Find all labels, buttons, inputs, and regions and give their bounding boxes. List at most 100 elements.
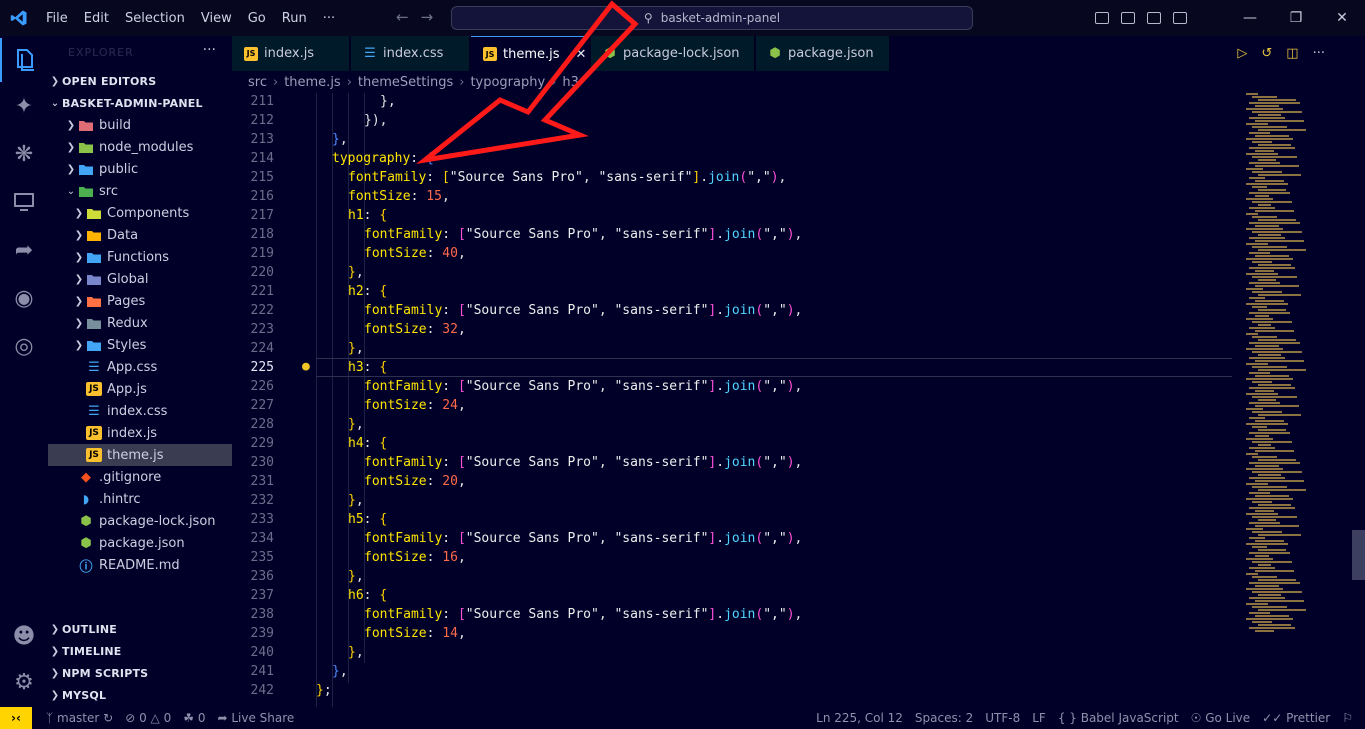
editor-scrollbar[interactable] xyxy=(1352,530,1365,580)
code-line[interactable]: 225 h3: { xyxy=(232,358,1232,377)
close-tab-icon[interactable]: ✕ xyxy=(576,47,587,62)
menu-item-2[interactable]: Selection xyxy=(117,11,193,26)
tab-package-lock-json[interactable]: ⬢ package-lock.json xyxy=(591,36,755,71)
debug-icon[interactable]: ❋ xyxy=(0,132,48,176)
tree-item[interactable]: ◗ .hintrc xyxy=(48,488,232,510)
code-line[interactable]: 240}, xyxy=(232,643,1232,662)
eol-status[interactable]: LF xyxy=(1026,711,1052,725)
code-line[interactable]: 242}; xyxy=(232,681,1232,700)
tab-theme-js[interactable]: JS theme.js ✕ xyxy=(471,36,590,71)
encoding-status[interactable]: UTF-8 xyxy=(979,711,1026,725)
indentation-status[interactable]: Spaces: 2 xyxy=(909,711,979,725)
section-timeline[interactable]: ❯ TIMELINE xyxy=(48,640,232,662)
accounts-icon[interactable]: ☻ xyxy=(0,614,48,658)
code-line[interactable]: 214 typography: { xyxy=(232,149,1232,168)
section-project[interactable]: ⌄ BASKET-ADMIN-PANEL xyxy=(48,92,232,114)
code-line[interactable]: 220}, xyxy=(232,263,1232,282)
more-actions-icon[interactable]: ··· xyxy=(203,42,216,58)
code-line[interactable]: 231 fontSize: 20, xyxy=(232,472,1232,491)
tree-item[interactable]: ❯ build xyxy=(48,114,232,136)
split-editor-icon[interactable]: ◫ xyxy=(1286,46,1298,61)
ports-status[interactable]: ☘ 0 xyxy=(177,711,211,725)
code-line[interactable]: 236}, xyxy=(232,567,1232,586)
menu-item-1[interactable]: Edit xyxy=(76,11,117,26)
code-line[interactable]: 221 h2: { xyxy=(232,282,1232,301)
code-line[interactable]: 226 fontFamily: ["Source Sans Pro", "sans… xyxy=(232,377,1232,396)
tree-item[interactable]: ❯ public xyxy=(48,158,232,180)
toggle-secondary-sidebar-icon[interactable] xyxy=(1147,12,1161,24)
code-line[interactable]: 229 h4: { xyxy=(232,434,1232,453)
live-share-status[interactable]: ➦ Live Share xyxy=(211,711,300,725)
tree-item[interactable]: JS index.js xyxy=(48,422,232,444)
code-line[interactable]: 224}, xyxy=(232,339,1232,358)
tree-item[interactable]: ⓘ README.md xyxy=(48,554,232,576)
section-mysql[interactable]: ❯ MYSQL xyxy=(48,684,232,706)
breadcrumb-item[interactable]: src xyxy=(248,75,267,90)
tree-item[interactable]: JS theme.js xyxy=(48,444,232,466)
minimap[interactable] xyxy=(1236,93,1346,653)
code-line[interactable]: 227 fontSize: 24, xyxy=(232,396,1232,415)
branch-status[interactable]: ᛉ master ↻ xyxy=(40,711,119,725)
customize-layout-icon[interactable] xyxy=(1173,12,1187,24)
command-center-search[interactable]: ⚲ basket-admin-panel xyxy=(451,6,973,30)
code-line[interactable]: 218 fontFamily: ["Source Sans Pro", "sans… xyxy=(232,225,1232,244)
breadcrumb-item[interactable]: h3 xyxy=(562,75,579,90)
code-line[interactable]: 232}, xyxy=(232,491,1232,510)
code-line[interactable]: 239 fontSize: 14, xyxy=(232,624,1232,643)
tree-item[interactable]: ❯ Global xyxy=(48,268,232,290)
tree-item[interactable]: JS App.js xyxy=(48,378,232,400)
history-icon[interactable]: ↺ xyxy=(1261,46,1272,61)
code-line[interactable]: 217 h1: { xyxy=(232,206,1232,225)
tree-item[interactable]: ☰ index.css xyxy=(48,400,232,422)
tree-item[interactable]: ❯ Data xyxy=(48,224,232,246)
restore-button[interactable]: ❐ xyxy=(1273,10,1319,26)
tree-item[interactable]: ❯ Components xyxy=(48,202,232,224)
tree-item[interactable]: ❯ Styles xyxy=(48,334,232,356)
prettier-status[interactable]: ✓✓ Prettier xyxy=(1256,711,1336,725)
tab-package-json[interactable]: ⬢ package.json xyxy=(756,36,890,71)
code-line[interactable]: 219 fontSize: 40, xyxy=(232,244,1232,263)
code-line[interactable]: 235 fontSize: 16, xyxy=(232,548,1232,567)
code-line[interactable]: 223 fontSize: 32, xyxy=(232,320,1232,339)
tree-item[interactable]: ❯ Pages xyxy=(48,290,232,312)
notifications-icon[interactable]: ⚐ xyxy=(1336,711,1359,725)
remote-indicator-icon[interactable]: ›‹ xyxy=(0,707,32,729)
code-line[interactable]: 211}, xyxy=(232,93,1232,111)
remote-explorer-icon[interactable] xyxy=(0,180,48,224)
code-line[interactable]: 213}, xyxy=(232,130,1232,149)
cursor-position[interactable]: Ln 225, Col 12 xyxy=(810,711,909,725)
breadcrumb-item[interactable]: theme.js xyxy=(284,75,341,90)
breadcrumb-item[interactable]: themeSettings xyxy=(358,75,453,90)
menu-item-4[interactable]: Go xyxy=(240,11,274,26)
code-line[interactable]: 228}, xyxy=(232,415,1232,434)
more-icon[interactable]: ··· xyxy=(1313,46,1325,61)
problems-status[interactable]: ⊘ 0 △ 0 xyxy=(119,711,177,725)
tree-item[interactable]: ❯ Functions xyxy=(48,246,232,268)
code-line[interactable]: 216 fontSize: 15, xyxy=(232,187,1232,206)
go-live-button[interactable]: ☉ Go Live xyxy=(1185,711,1257,725)
back-arrow-icon[interactable]: ← xyxy=(396,8,409,26)
code-line[interactable]: 222 fontFamily: ["Source Sans Pro", "sans… xyxy=(232,301,1232,320)
minimize-button[interactable]: — xyxy=(1227,10,1273,26)
tree-item[interactable]: ⬢ package-lock.json xyxy=(48,510,232,532)
timeline-icon[interactable]: ◎ xyxy=(0,324,48,368)
close-window-button[interactable]: ✕ xyxy=(1319,10,1365,26)
code-line[interactable]: 233 h5: { xyxy=(232,510,1232,529)
language-mode[interactable]: { } Babel JavaScript xyxy=(1052,711,1185,725)
forward-arrow-icon[interactable]: → xyxy=(421,8,434,26)
code-line[interactable]: 230 fontFamily: ["Source Sans Pro", "sans… xyxy=(232,453,1232,472)
explorer-icon[interactable] xyxy=(0,38,48,82)
run-icon[interactable]: ▷ xyxy=(1237,46,1247,61)
tab-index-css[interactable]: ☰ index.css xyxy=(351,36,470,71)
tree-item[interactable]: ⌄ src xyxy=(48,180,232,202)
section-outline[interactable]: ❯ OUTLINE xyxy=(48,618,232,640)
breadcrumb-item[interactable]: typography xyxy=(470,75,545,90)
code-line[interactable]: 238 fontFamily: ["Source Sans Pro", "sans… xyxy=(232,605,1232,624)
code-editor[interactable]: 211}, 212}), 213}, 214 typography: {215 fontF… xyxy=(232,93,1232,707)
section-open-editors[interactable]: ❯ OPEN EDITORS xyxy=(48,70,232,92)
code-line[interactable]: 241}, xyxy=(232,662,1232,681)
menu-item-5[interactable]: Run xyxy=(274,11,315,26)
toggle-primary-sidebar-icon[interactable] xyxy=(1095,12,1109,24)
code-line[interactable]: 234 fontFamily: ["Source Sans Pro", "sans… xyxy=(232,529,1232,548)
code-line[interactable]: 237 h6: { xyxy=(232,586,1232,605)
